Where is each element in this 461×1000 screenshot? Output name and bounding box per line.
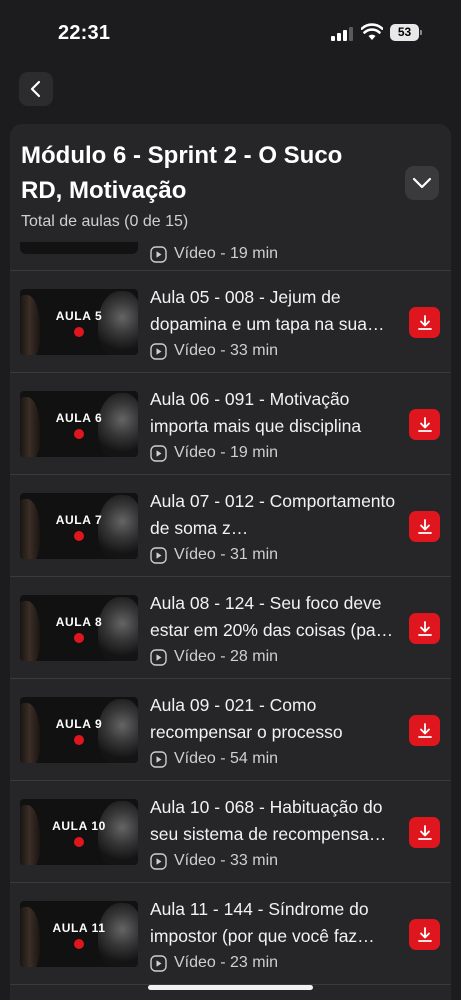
lesson-list: Vídeo - 19 min AULA 5 Aula 05 - 008 - Je… (10, 242, 451, 1000)
lesson-duration: Vídeo - 54 min (174, 750, 279, 767)
status-time: 22:31 (58, 22, 111, 44)
record-dot-icon (74, 327, 84, 337)
lesson-thumbnail: AULA 10 (20, 799, 138, 865)
lesson-title: Aula 06 - 091 - Motivação importa mais q… (150, 389, 362, 436)
download-icon (417, 416, 432, 432)
lesson-title: Aula 08 - 124 - Seu foco deve estar em 2… (150, 593, 394, 640)
lesson-row-11[interactable]: AULA 11 Aula 11 - 144 - Síndrome do impo… (10, 883, 451, 985)
lesson-thumbnail: AULA 8 (20, 595, 138, 661)
lesson-duration: Vídeo - 23 min (174, 954, 279, 971)
thumbnail-label: AULA 7 (55, 513, 103, 527)
module-card: Módulo 6 - Sprint 2 - O Suco RD, Motivaç… (10, 124, 451, 1000)
play-circle-icon (150, 648, 167, 666)
lesson-meta: Vídeo - 19 min (150, 243, 278, 265)
lesson-meta: Vídeo - 19 min (150, 442, 278, 464)
play-circle-icon (150, 546, 167, 564)
lesson-meta: Vídeo - 33 min (150, 340, 278, 362)
download-button[interactable] (409, 511, 440, 542)
collapse-button[interactable] (405, 166, 439, 200)
home-indicator (148, 985, 313, 990)
play-circle-icon (150, 954, 167, 972)
play-circle-icon (150, 750, 167, 768)
play-circle-icon (150, 245, 167, 263)
download-icon (417, 620, 432, 636)
download-icon (417, 824, 432, 840)
lesson-row-7[interactable]: AULA 7 Aula 07 - 012 - Comportamento de … (10, 475, 451, 577)
lesson-meta: Vídeo - 23 min (150, 952, 278, 974)
wifi-icon (360, 23, 384, 41)
record-dot-icon (74, 531, 84, 541)
lesson-meta: Vídeo - 31 min (150, 544, 278, 566)
thumbnail-label: AULA 5 (55, 309, 103, 323)
download-icon (417, 722, 432, 738)
lesson-thumbnail: AULA 5 (20, 289, 138, 355)
lesson-row-8[interactable]: AULA 8 Aula 08 - 124 - Seu foco deve est… (10, 577, 451, 679)
lesson-title: Aula 11 - 144 - Síndrome do impostor (po… (150, 899, 375, 946)
module-title: Módulo 6 - Sprint 2 - O Suco RD, Motivaç… (21, 142, 343, 204)
play-circle-icon (150, 444, 167, 462)
lesson-row-10[interactable]: AULA 10 Aula 10 - 068 - Habituação do se… (10, 781, 451, 883)
lesson-title: Aula 07 - 012 - Comportamento de soma z… (150, 491, 396, 538)
lesson-thumbnail: AULA 9 (20, 697, 138, 763)
download-icon (417, 314, 432, 330)
lesson-duration: Vídeo - 33 min (174, 342, 279, 359)
battery-icon: 53 (390, 24, 422, 41)
chevron-down-icon (412, 177, 432, 189)
lesson-title: Aula 05 - 008 - Jejum de dopamina e um t… (150, 287, 385, 334)
download-button[interactable] (409, 409, 440, 440)
download-button[interactable] (409, 817, 440, 848)
lesson-thumbnail: AULA 7 (20, 493, 138, 559)
status-bar: 22:31 53 (0, 0, 461, 64)
thumbnail-label: AULA 8 (55, 615, 103, 629)
record-dot-icon (74, 837, 84, 847)
download-button[interactable] (409, 613, 440, 644)
lesson-duration: Vídeo - 19 min (174, 444, 279, 461)
record-dot-icon (74, 633, 84, 643)
lesson-title: Aula 10 - 068 - Habituação do seu sistem… (150, 797, 387, 844)
lesson-duration: Vídeo - 28 min (174, 648, 279, 665)
thumbnail-label: AULA 9 (55, 717, 103, 731)
lesson-row-6[interactable]: AULA 6 Aula 06 - 091 - Motivação importa… (10, 373, 451, 475)
nav-bar (0, 64, 461, 116)
download-icon (417, 518, 432, 534)
lesson-thumbnail (20, 242, 138, 254)
lesson-title: Aula 09 - 021 - Como recompensar o proce… (150, 695, 343, 742)
battery-level: 53 (390, 24, 419, 41)
download-icon (417, 926, 432, 942)
record-dot-icon (74, 939, 84, 949)
lesson-row-partial[interactable]: Vídeo - 19 min (10, 242, 451, 271)
lesson-duration: Vídeo - 19 min (174, 245, 279, 262)
lesson-duration: Vídeo - 33 min (174, 852, 279, 869)
play-circle-icon (150, 342, 167, 360)
download-button[interactable] (409, 307, 440, 338)
lesson-row-9[interactable]: AULA 9 Aula 09 - 021 - Como recompensar … (10, 679, 451, 781)
record-dot-icon (74, 429, 84, 439)
module-subtitle: Total de aulas (0 de 15) (21, 213, 189, 230)
cellular-signal-icon (331, 27, 355, 41)
lesson-meta: Vídeo - 54 min (150, 748, 278, 770)
lesson-duration: Vídeo - 31 min (174, 546, 279, 563)
thumbnail-label: AULA 11 (52, 921, 106, 935)
thumbnail-label: AULA 10 (52, 819, 106, 833)
download-button[interactable] (409, 919, 440, 950)
lesson-thumbnail: AULA 11 (20, 901, 138, 967)
chevron-left-icon (30, 80, 41, 98)
thumbnail-label: AULA 6 (55, 411, 103, 425)
play-circle-icon (150, 852, 167, 870)
lesson-row-5[interactable]: AULA 5 Aula 05 - 008 - Jejum de dopamina… (10, 271, 451, 373)
lesson-meta: Vídeo - 33 min (150, 850, 278, 872)
lesson-meta: Vídeo - 28 min (150, 646, 278, 668)
lesson-thumbnail: AULA 6 (20, 391, 138, 457)
back-button[interactable] (19, 72, 53, 106)
download-button[interactable] (409, 715, 440, 746)
record-dot-icon (74, 735, 84, 745)
